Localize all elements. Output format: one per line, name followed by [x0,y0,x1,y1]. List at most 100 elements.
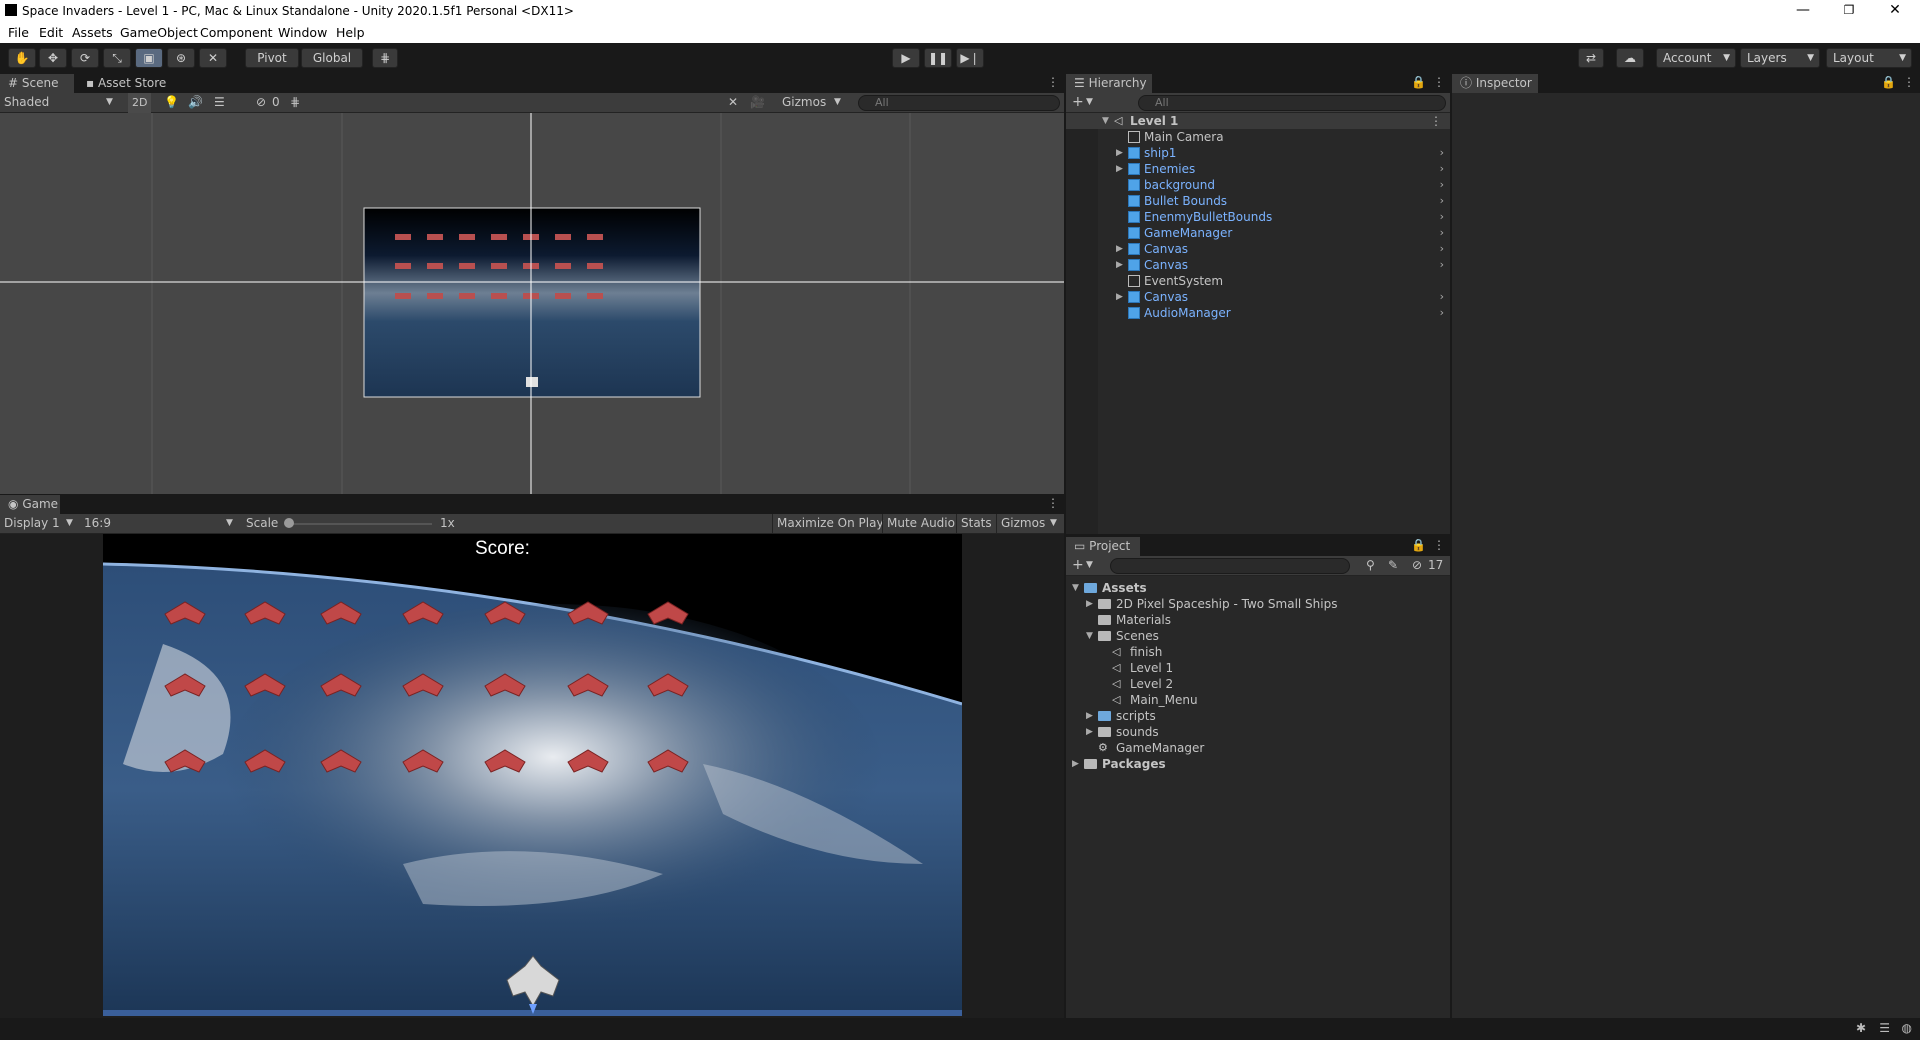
game-gizmos-dropdown[interactable]: Gizmos [996,514,1049,534]
project-tree-item[interactable]: ◁ Level 1 [1066,660,1450,676]
lock-icon[interactable]: 🔒 [1411,75,1426,89]
custom-tool-button[interactable]: ✕ [199,48,227,68]
expand-arrow-icon[interactable]: ▶ [1116,145,1123,161]
cache-server-icon[interactable]: ☰ [1879,1021,1890,1035]
hierarchy-row[interactable]: EventSystem [1066,273,1450,289]
hierarchy-row[interactable]: GameManager › [1066,225,1450,241]
play-button[interactable]: ▶ [892,48,920,68]
expand-arrow-icon[interactable]: ▶ [1116,241,1123,257]
expand-arrow-icon[interactable]: ▶ [1086,724,1093,740]
menu-gameobject[interactable]: GameObject [120,25,198,40]
menu-help[interactable]: Help [336,25,365,40]
open-prefab-chevron-icon[interactable]: › [1440,305,1444,321]
expand-arrow-icon[interactable]: ▶ [1086,708,1093,724]
rotate-tool-button[interactable]: ⟳ [71,48,99,68]
hand-tool-button[interactable]: ✋ [8,48,36,68]
tab-hierarchy[interactable]: ☰ Hierarchy [1066,74,1152,93]
project-tree-item[interactable]: ▼ Scenes [1066,628,1450,644]
project-search-input[interactable] [1110,558,1350,574]
lock-icon[interactable]: 🔒 [1881,75,1896,89]
scale-slider-handle[interactable] [284,518,294,528]
more-options-icon[interactable]: ⋮ [1903,75,1915,89]
debug-icon[interactable]: ✱ [1856,1021,1866,1035]
project-tree-item[interactable]: ▶ sounds [1066,724,1450,740]
effects-icon[interactable]: ☰ [214,93,225,113]
audio-icon[interactable]: 🔊 [188,93,203,113]
project-tree-item[interactable]: ◁ Level 2 [1066,676,1450,692]
toggle-2d-button[interactable]: 2D [128,93,152,113]
more-options-icon[interactable]: ⋮ [1430,113,1442,129]
tab-project[interactable]: ▭ Project [1066,537,1140,556]
more-options-icon[interactable]: ⋮ [1433,538,1445,552]
project-tree-item[interactable]: ◁ finish [1066,644,1450,660]
camera-icon[interactable]: 🎥 [750,93,765,113]
tab-inspector[interactable]: ⓘ Inspector [1452,74,1538,93]
open-prefab-chevron-icon[interactable]: › [1440,209,1444,225]
hierarchy-row[interactable]: ▶ Enemies › [1066,161,1450,177]
transform-tool-button[interactable]: ⊛ [167,48,195,68]
rect-tool-button[interactable]: ▣ [135,48,163,68]
menu-file[interactable]: File [8,25,29,40]
cloud-button[interactable]: ☁ [1616,48,1644,68]
expand-arrow-icon[interactable]: ▼ [1102,113,1109,129]
pause-button[interactable]: ❚❚ [924,48,952,68]
grid-icon[interactable]: ⋕ [290,93,300,113]
create-plus-icon[interactable]: + [1072,93,1084,113]
scene-search-input[interactable]: All [858,95,1060,111]
hierarchy-search-input[interactable]: All [1138,95,1446,111]
progress-icon[interactable]: ◍ [1902,1021,1912,1035]
project-tree-item[interactable]: ▶ Packages [1066,756,1450,772]
lock-icon[interactable]: 🔒 [1411,538,1426,552]
tools-icon[interactable]: ✕ [728,93,738,113]
maximize-on-play-toggle[interactable]: Maximize On Play [772,514,888,534]
open-prefab-chevron-icon[interactable]: › [1440,177,1444,193]
project-tree-item[interactable]: ▼ Assets [1066,580,1450,596]
expand-arrow-icon[interactable]: ▼ [1072,580,1079,596]
scene-root-row[interactable]: ▼ ◁ Level 1 ⋮ [1066,113,1450,129]
hidden-objects-icon[interactable]: ⊘ [256,93,266,113]
more-options-icon[interactable]: ⋮ [1047,496,1059,510]
expand-arrow-icon[interactable]: ▶ [1086,596,1093,612]
filter-type-icon[interactable]: ⚲ [1366,556,1375,576]
create-plus-icon[interactable]: + [1072,556,1084,576]
hierarchy-row[interactable]: Main Camera [1066,129,1450,145]
tab-game[interactable]: ◉ Game [0,495,60,514]
restore-button[interactable]: ❐ [1826,0,1872,22]
hierarchy-row[interactable]: ▶ Canvas › [1066,289,1450,305]
tab-asset-store[interactable]: ▪ Asset Store [78,74,178,93]
layout-dropdown[interactable]: Layout ▼ [1826,48,1912,68]
move-tool-button[interactable]: ✥ [39,48,67,68]
expand-arrow-icon[interactable]: ▶ [1116,257,1123,273]
open-prefab-chevron-icon[interactable]: › [1440,193,1444,209]
project-tree-item[interactable]: ▶ 2D Pixel Spaceship - Two Small Ships [1066,596,1450,612]
open-prefab-chevron-icon[interactable]: › [1440,225,1444,241]
more-options-icon[interactable]: ⋮ [1047,75,1059,89]
scale-tool-button[interactable]: ⤡ [103,48,131,68]
open-prefab-chevron-icon[interactable]: › [1440,145,1444,161]
scale-slider-track[interactable] [286,523,432,525]
hierarchy-row[interactable]: AudioManager › [1066,305,1450,321]
global-toggle[interactable]: Global [301,48,363,68]
expand-arrow-icon[interactable]: ▶ [1116,161,1123,177]
tab-scene[interactable]: # Scene [0,74,74,93]
lighting-icon[interactable]: 💡 [164,93,179,113]
open-prefab-chevron-icon[interactable]: › [1440,241,1444,257]
menu-window[interactable]: Window [278,25,327,40]
close-button[interactable]: ✕ [1872,0,1918,22]
project-tree-item[interactable]: ◁ Main_Menu [1066,692,1450,708]
project-tree-item[interactable]: Materials [1066,612,1450,628]
more-options-icon[interactable]: ⋮ [1433,75,1445,89]
minimize-button[interactable]: — [1780,0,1826,22]
stats-toggle[interactable]: Stats [956,514,996,534]
grid-snap-button[interactable]: ⋕ [372,48,398,68]
project-tree-item[interactable]: ⚙ GameManager [1066,740,1450,756]
expand-arrow-icon[interactable]: ▶ [1072,756,1079,772]
collab-button[interactable]: ⇄ [1578,48,1604,68]
layers-dropdown[interactable]: Layers ▼ [1740,48,1820,68]
hierarchy-row[interactable]: EnenmyBulletBounds › [1066,209,1450,225]
hierarchy-row[interactable]: ▶ Canvas › [1066,257,1450,273]
display-dropdown[interactable]: Display 1 [4,514,60,534]
project-tree-item[interactable]: ▶ scripts [1066,708,1450,724]
scene-viewport[interactable] [0,113,1064,494]
gizmos-dropdown[interactable]: Gizmos [782,93,826,113]
